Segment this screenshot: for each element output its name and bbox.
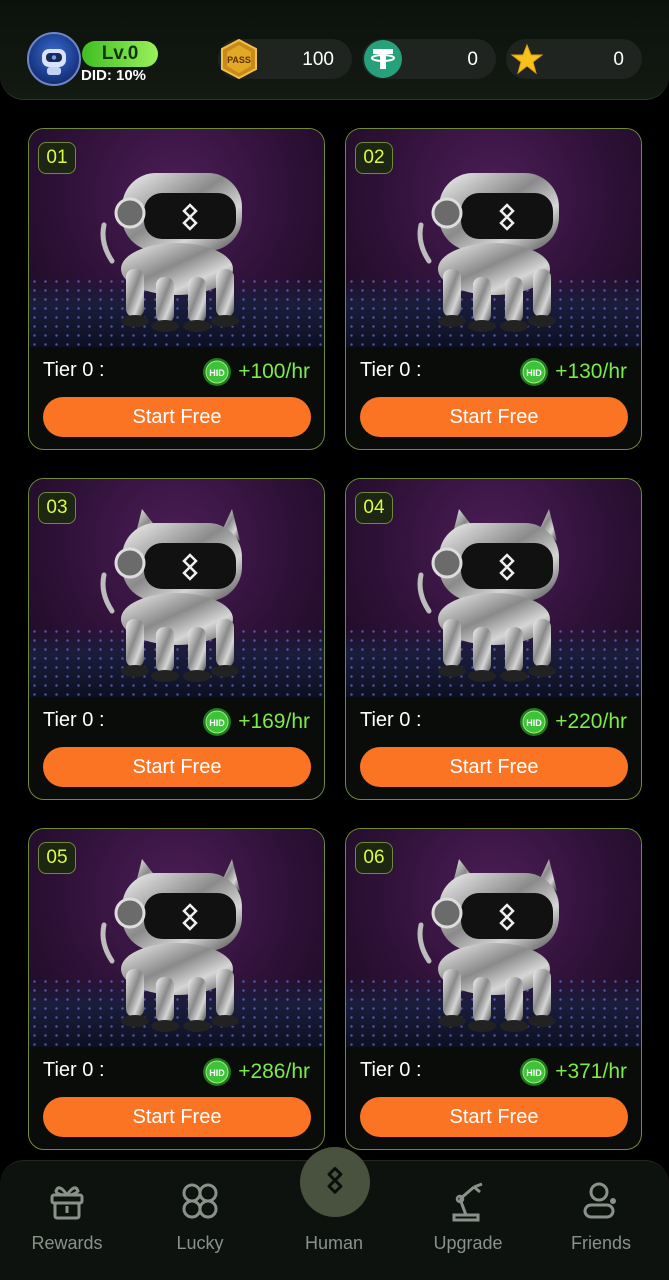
start-free-button[interactable]: Start Free [43,747,311,787]
avatar[interactable] [27,32,81,86]
pass-balance[interactable]: PASS 100 [218,38,352,80]
nav-rewards[interactable]: Rewards [12,1161,122,1280]
rate-value: +169/hr [238,710,310,733]
start-free-button[interactable]: Start Free [360,747,628,787]
nav-label: Rewards [31,1233,103,1253]
human-center-button[interactable] [300,1147,370,1217]
svg-text:HID: HID [209,1068,225,1078]
rate-value: +130/hr [555,360,627,383]
earning-rate: HID +100/hr [202,357,310,387]
robot-dog-image [417,173,559,332]
tier-label: Tier 0 : [43,709,105,731]
card-number: 02 [355,142,393,174]
robot-image: 04 [346,479,641,697]
star-icon [510,43,544,75]
robot-card[interactable]: 03 Tier 0 : HID +169/hr Start Free [28,478,325,800]
robot-image: 01 [29,129,324,347]
earning-rate: HID +169/hr [202,707,310,737]
start-free-label: Start Free [449,405,539,428]
robot-card[interactable]: 04 Tier 0 : HID +220/hr Start Free [345,478,642,800]
start-free-label: Start Free [449,1105,539,1128]
tier-label: Tier 0 : [43,359,105,381]
robot-arm-icon [452,1182,483,1222]
svg-text:HID: HID [209,368,225,378]
robot-dog-image [100,509,242,682]
hid-coin-icon: HID [520,358,549,386]
robot-image: 05 [29,829,324,1047]
gift-icon [50,1186,84,1220]
level-badge: Lv.0 [82,41,158,67]
start-free-label: Start Free [132,1105,222,1128]
earning-rate: HID +286/hr [202,1057,310,1087]
level-text: Lv.0 [101,43,139,64]
nav-label: Human [304,1233,364,1253]
pass-value: 100 [302,49,334,70]
nav-label: Lucky [176,1233,224,1253]
tier-label: Tier 0 : [360,359,422,381]
robot-card[interactable]: 05 Tier 0 : HID +286/hr Start Free [28,828,325,1150]
nav-label: Upgrade [433,1233,503,1253]
clover-icon [182,1183,218,1219]
svg-text:HID: HID [526,718,542,728]
card-number: 01 [38,142,76,174]
earning-rate: HID +130/hr [519,357,627,387]
star-value: 0 [613,49,624,70]
tier-label: Tier 0 : [360,1059,422,1081]
friends-icon [583,1182,616,1219]
robot-card[interactable]: 01 Tier 0 : HID +100/hr Start Free [28,128,325,450]
tier-label: Tier 0 : [43,1059,105,1081]
robot-dog-image [417,509,559,682]
start-free-button[interactable]: Start Free [43,1097,311,1137]
robot-card[interactable]: 02 Tier 0 : HID +130/hr Start Free [345,128,642,450]
start-free-label: Start Free [449,755,539,778]
nav-upgrade[interactable]: Upgrade [413,1161,523,1280]
card-number: 05 [38,842,76,874]
robot-image: 03 [29,479,324,697]
rate-value: +371/hr [555,1060,627,1083]
hid-coin-icon: HID [520,708,549,736]
rate-value: +100/hr [238,360,310,383]
hid-coin-icon: HID [203,358,232,386]
hid-coin-icon: HID [520,1058,549,1086]
svg-text:HID: HID [526,1068,542,1078]
tier-label: Tier 0 : [360,709,422,731]
robot-dog-image [100,173,242,332]
start-free-button[interactable]: Start Free [360,397,628,437]
hid-coin-icon: HID [203,1058,232,1086]
nav-label: Friends [570,1233,632,1253]
tether-icon [364,40,402,78]
did-progress: DID: 10% [81,67,147,84]
robot-avatar-icon [42,49,66,75]
human-logo-icon [327,1166,343,1194]
robot-image: 06 [346,829,641,1047]
pass-icon: PASS [221,38,257,80]
usdt-balance[interactable]: 0 [362,39,496,79]
robot-dog-image [417,859,559,1032]
usdt-value: 0 [467,49,478,70]
card-number: 06 [355,842,393,874]
robot-image: 02 [346,129,641,347]
rate-value: +286/hr [238,1060,310,1083]
robot-dog-image [100,859,242,1032]
earning-rate: HID +220/hr [519,707,627,737]
robot-card[interactable]: 06 Tier 0 : HID +371/hr Start Free [345,828,642,1150]
card-number: 04 [355,492,393,524]
hid-coin-icon: HID [203,708,232,736]
card-number: 03 [38,492,76,524]
start-free-button[interactable]: Start Free [43,397,311,437]
nav-lucky[interactable]: Lucky [145,1161,255,1280]
svg-text:HID: HID [209,718,225,728]
start-free-label: Start Free [132,755,222,778]
start-free-button[interactable]: Start Free [360,1097,628,1137]
rate-value: +220/hr [555,710,627,733]
top-bar: Lv.0 DID: 10% PASS 100 0 0 [0,0,669,100]
earning-rate: HID +371/hr [519,1057,627,1087]
pass-icon-text: PASS [227,55,251,65]
star-balance[interactable]: 0 [506,39,642,79]
svg-text:HID: HID [526,368,542,378]
start-free-label: Start Free [132,405,222,428]
nav-friends[interactable]: Friends [546,1161,656,1280]
